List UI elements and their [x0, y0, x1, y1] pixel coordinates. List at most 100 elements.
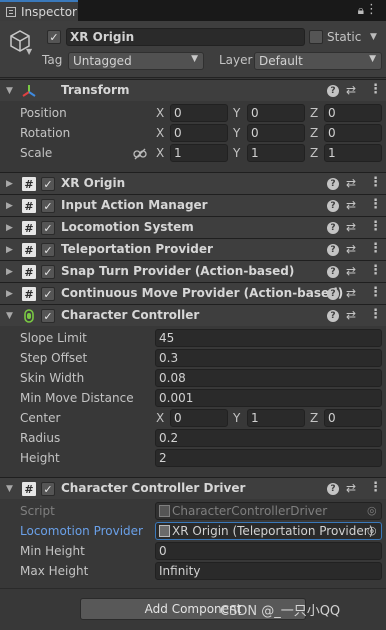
object-picker-icon: ◎	[367, 504, 377, 517]
min-height-field[interactable]: 0	[155, 542, 382, 560]
watermark: CSDN @_一只小QQ	[220, 604, 341, 619]
help-icon[interactable]: ?	[327, 266, 339, 278]
component-character-controller[interactable]: ▼ ✓ Character Controller ? ⇄ ⋮	[0, 304, 386, 326]
component-enabled-checkbox[interactable]: ✓	[41, 243, 55, 257]
rotation-x-field[interactable]: 0	[170, 124, 228, 142]
position-x-field[interactable]: 0	[170, 104, 228, 122]
presets-icon[interactable]: ⇄	[346, 481, 356, 495]
component-enabled-checkbox[interactable]: ✓	[41, 265, 55, 279]
foldout-expanded-icon[interactable]: ▼	[6, 86, 13, 96]
height-field[interactable]: 2	[155, 449, 382, 467]
z-axis-label: Z	[310, 411, 319, 425]
foldout-expanded-icon[interactable]: ▼	[6, 311, 13, 321]
presets-icon[interactable]: ⇄	[346, 198, 356, 212]
foldout-collapsed-icon[interactable]: ▶	[6, 223, 13, 233]
component-enabled-checkbox[interactable]: ✓	[41, 309, 55, 323]
scale-x-field[interactable]: 1	[170, 144, 228, 162]
help-icon[interactable]: ?	[327, 310, 339, 322]
step-offset-field[interactable]: 0.3	[155, 349, 382, 367]
skin-width-field[interactable]: 0.08	[155, 369, 382, 387]
help-icon[interactable]: ?	[327, 483, 339, 495]
rotation-y-field[interactable]: 0	[247, 124, 305, 142]
center-z-field[interactable]: 0	[324, 409, 382, 427]
component-enabled-checkbox[interactable]: ✓	[41, 221, 55, 235]
object-picker-icon[interactable]: ◎	[367, 524, 377, 537]
component-menu-icon[interactable]: ⋮	[369, 197, 382, 212]
foldout-collapsed-icon[interactable]: ▶	[6, 245, 13, 255]
foldout-collapsed-icon[interactable]: ▶	[6, 289, 13, 299]
presets-icon[interactable]: ⇄	[346, 220, 356, 234]
component-menu-icon[interactable]: ⋮	[369, 307, 382, 322]
position-y-field[interactable]: 0	[247, 104, 305, 122]
slope-limit-row: Slope Limit 45	[0, 329, 386, 349]
slope-limit-field[interactable]: 45	[155, 329, 382, 347]
component-teleportation-provider[interactable]: ▶ # ✓ Teleportation Provider ? ⇄ ⋮	[0, 238, 386, 260]
tag-dropdown[interactable]: Untagged ▼	[68, 52, 204, 70]
component-title: Locomotion System	[61, 220, 194, 234]
chevron-down-icon: ▼	[369, 54, 376, 64]
divider	[0, 588, 386, 589]
tab-inspector[interactable]: Inspector	[0, 0, 78, 21]
kebab-menu-icon[interactable]: ⋮	[365, 2, 378, 17]
position-z-field[interactable]: 0	[324, 104, 382, 122]
component-menu-icon[interactable]: ⋮	[369, 241, 382, 256]
component-enabled-checkbox[interactable]: ✓	[41, 199, 55, 213]
help-icon[interactable]: ?	[327, 85, 339, 97]
component-menu-icon[interactable]: ⋮	[369, 175, 382, 190]
presets-icon[interactable]: ⇄	[346, 176, 356, 190]
presets-icon[interactable]: ⇄	[346, 264, 356, 278]
component-enabled-checkbox[interactable]: ✓	[41, 177, 55, 191]
presets-icon[interactable]: ⇄	[346, 308, 356, 322]
component-enabled-checkbox[interactable]: ✓	[41, 482, 55, 496]
help-icon[interactable]: ?	[327, 244, 339, 256]
component-menu-icon[interactable]: ⋮	[369, 219, 382, 234]
lock-icon[interactable]: 🔒︎	[358, 3, 364, 18]
object-name-input[interactable]: XR Origin	[66, 28, 305, 46]
component-menu-icon[interactable]: ⋮	[369, 285, 382, 300]
static-dropdown-arrow-icon[interactable]: ▼	[370, 32, 377, 42]
component-xr-origin[interactable]: ▶ # ✓ XR Origin ? ⇄ ⋮	[0, 172, 386, 194]
component-locomotion-system[interactable]: ▶ # ✓ Locomotion System ? ⇄ ⋮	[0, 216, 386, 238]
component-input-action-manager[interactable]: ▶ # ✓ Input Action Manager ? ⇄ ⋮	[0, 194, 386, 216]
script-file-icon	[159, 505, 170, 517]
locomotion-provider-field[interactable]: XR Origin (Teleportation Provider)	[155, 522, 382, 540]
transform-title: Transform	[61, 83, 130, 97]
presets-icon[interactable]: ⇄	[346, 83, 356, 97]
icon-dropdown-caret-icon[interactable]: ▼	[26, 47, 32, 56]
component-snap-turn-provider[interactable]: ▶ # ✓ Snap Turn Provider (Action-based) …	[0, 260, 386, 282]
component-continuous-move-provider[interactable]: ▶ # ✓ Continuous Move Provider (Action-b…	[0, 282, 386, 304]
component-menu-icon[interactable]: ⋮	[369, 82, 382, 97]
help-icon[interactable]: ?	[327, 222, 339, 234]
scale-y-field[interactable]: 1	[247, 144, 305, 162]
foldout-expanded-icon[interactable]: ▼	[6, 484, 13, 494]
foldout-collapsed-icon[interactable]: ▶	[6, 179, 13, 189]
rotation-z-field[interactable]: 0	[324, 124, 382, 142]
component-enabled-checkbox[interactable]: ✓	[41, 287, 55, 301]
radius-field[interactable]: 0.2	[155, 429, 382, 447]
transform-header[interactable]: ▼ Transform ? ⇄ ⋮	[0, 79, 386, 101]
min-move-distance-field[interactable]: 0.001	[155, 389, 382, 407]
center-y-field[interactable]: 1	[247, 409, 305, 427]
scale-z-field[interactable]: 1	[324, 144, 382, 162]
script-object-field: CharacterControllerDriver	[155, 502, 382, 520]
component-menu-icon[interactable]: ⋮	[369, 480, 382, 495]
center-x-field[interactable]: 0	[170, 409, 228, 427]
help-icon[interactable]: ?	[327, 178, 339, 190]
height-row: Height 2	[0, 449, 386, 469]
foldout-collapsed-icon[interactable]: ▶	[6, 201, 13, 211]
x-axis-label: X	[156, 106, 165, 120]
transform-axis-icon	[22, 85, 36, 97]
max-height-field[interactable]: Infinity	[155, 562, 382, 580]
help-icon[interactable]: ?	[327, 200, 339, 212]
presets-icon[interactable]: ⇄	[346, 242, 356, 256]
presets-icon[interactable]: ⇄	[346, 286, 356, 300]
constrain-proportions-link-icon[interactable]	[133, 148, 147, 160]
static-checkbox[interactable]: ✓	[309, 30, 323, 44]
layer-dropdown[interactable]: Default ▼	[254, 52, 382, 70]
component-character-controller-driver[interactable]: ▼ # ✓ Character Controller Driver ? ⇄ ⋮	[0, 477, 386, 499]
active-checkbox[interactable]: ✓	[47, 30, 61, 44]
help-icon[interactable]: ?	[327, 288, 339, 300]
foldout-collapsed-icon[interactable]: ▶	[6, 267, 13, 277]
radius-label: Radius	[20, 431, 61, 445]
component-menu-icon[interactable]: ⋮	[369, 263, 382, 278]
